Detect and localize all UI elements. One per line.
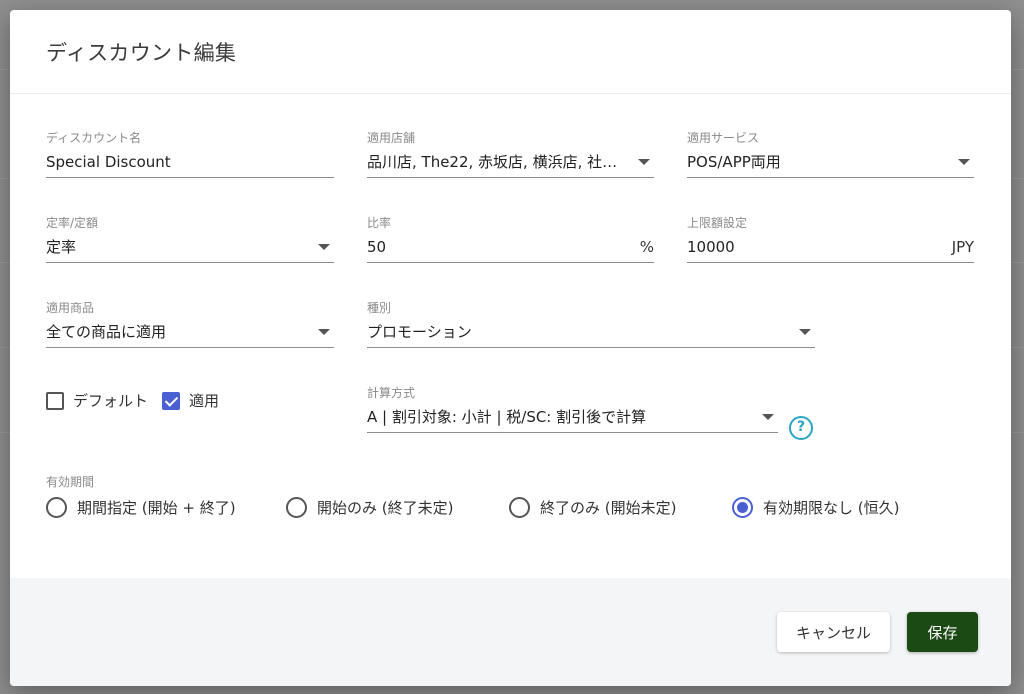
dialog-title: ディスカウント編集 — [46, 41, 237, 65]
service-select[interactable]: POS/APP両用 — [687, 146, 974, 178]
calc-method-label: 計算方式 — [367, 386, 416, 400]
apply-checkbox[interactable] — [162, 391, 181, 410]
rate-type-value: 定率 — [46, 237, 77, 256]
dialog-footer: キャンセル 保存 — [10, 578, 1011, 686]
validity-option-period[interactable]: 期間指定 (開始 + 終了) — [46, 497, 236, 518]
products-select[interactable]: 全ての商品に適用 — [46, 316, 334, 348]
radio-permanent[interactable] — [732, 497, 753, 518]
ratio-value: 50 — [367, 237, 387, 256]
kind-field: 種別 プロモーション — [367, 300, 815, 348]
rate-type-label: 定率/定額 — [46, 216, 99, 230]
default-checkbox-label: デフォルト — [73, 392, 149, 410]
ratio-suffix: % — [639, 237, 654, 256]
save-button[interactable]: 保存 — [907, 612, 978, 652]
kind-label: 種別 — [367, 301, 392, 315]
chevron-down-icon — [958, 158, 970, 165]
products-field: 適用商品 全ての商品に適用 — [46, 300, 334, 348]
max-amount-value: 10000 — [687, 237, 735, 256]
chevron-down-icon — [318, 243, 330, 250]
cancel-button[interactable]: キャンセル — [777, 612, 890, 652]
calc-method-select[interactable]: A | 割引対象: 小計 | 税/SC: 割引後で計算 — [367, 401, 778, 433]
ratio-field: 比率 50 % — [367, 215, 654, 263]
radio-period-label: 期間指定 (開始 + 終了) — [77, 499, 236, 517]
chevron-down-icon — [799, 328, 811, 335]
radio-end-only[interactable] — [509, 497, 530, 518]
ratio-label: 比率 — [367, 216, 392, 230]
max-amount-label: 上限額設定 — [687, 216, 748, 230]
default-checkbox[interactable] — [46, 391, 64, 410]
products-value: 全ての商品に適用 — [46, 322, 167, 341]
kind-value: プロモーション — [367, 322, 472, 341]
validity-label: 有効期間 — [46, 475, 95, 489]
discount-name-value: Special Discount — [46, 152, 171, 171]
max-amount-field: 上限額設定 10000 JPY — [687, 215, 974, 263]
max-amount-suffix: JPY — [951, 237, 974, 256]
radio-start-only-label: 開始のみ (終了未定) — [317, 499, 454, 517]
ratio-input[interactable]: 50 % — [367, 231, 654, 263]
stores-value: 品川店, The22, 赤坂店, 横浜店, 社… — [367, 152, 618, 171]
discount-name-label: ディスカウント名 — [46, 131, 142, 145]
discount-name-field: ディスカウント名 Special Discount — [46, 130, 334, 178]
discount-edit-dialog: ディスカウント編集 ディスカウント名 Special Discount 適用店舗… — [10, 10, 1011, 686]
apply-checkbox-label: 適用 — [189, 392, 220, 410]
stores-label: 適用店舗 — [367, 131, 416, 145]
radio-start-only[interactable] — [286, 497, 307, 518]
stores-select[interactable]: 品川店, The22, 赤坂店, 横浜店, 社… — [367, 146, 654, 178]
validity-option-start-only[interactable]: 開始のみ (終了未定) — [286, 497, 453, 518]
validity-option-end-only[interactable]: 終了のみ (開始未定) — [509, 497, 676, 518]
service-label: 適用サービス — [687, 131, 760, 145]
chevron-down-icon — [762, 413, 774, 420]
rate-type-field: 定率/定額 定率 — [46, 215, 334, 263]
dialog-header: ディスカウント編集 — [10, 10, 1011, 94]
calc-method-field: 計算方式 A | 割引対象: 小計 | 税/SC: 割引後で計算 — [367, 385, 778, 433]
chevron-down-icon — [318, 328, 330, 335]
products-label: 適用商品 — [46, 301, 95, 315]
help-icon[interactable]: ? — [789, 416, 813, 440]
radio-permanent-label: 有効期限なし (恒久) — [763, 499, 900, 517]
service-value: POS/APP両用 — [687, 152, 781, 171]
service-field: 適用サービス POS/APP両用 — [687, 130, 974, 178]
checkbox-row: デフォルト 適用 — [46, 390, 233, 411]
calc-method-value: A | 割引対象: 小計 | 税/SC: 割引後で計算 — [367, 407, 647, 426]
validity-option-permanent[interactable]: 有効期限なし (恒久) — [732, 497, 899, 518]
stores-field: 適用店舗 品川店, The22, 赤坂店, 横浜店, 社… — [367, 130, 654, 178]
max-amount-input[interactable]: 10000 JPY — [687, 231, 974, 263]
kind-select[interactable]: プロモーション — [367, 316, 815, 348]
discount-name-input[interactable]: Special Discount — [46, 146, 334, 178]
radio-end-only-label: 終了のみ (開始未定) — [540, 499, 677, 517]
chevron-down-icon — [638, 158, 650, 165]
rate-type-select[interactable]: 定率 — [46, 231, 334, 263]
radio-period[interactable] — [46, 497, 67, 518]
